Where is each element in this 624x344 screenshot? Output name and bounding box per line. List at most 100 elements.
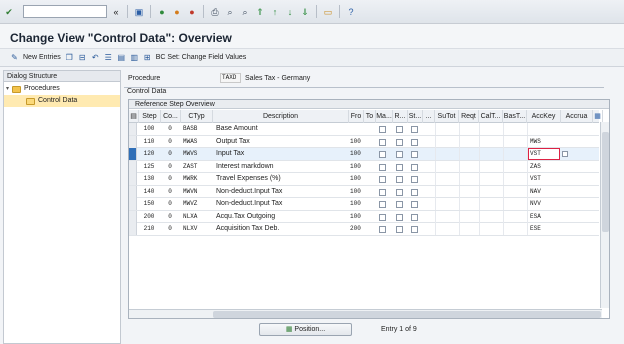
print-icon[interactable]: ⎙	[209, 6, 221, 18]
manual-checkbox[interactable]	[379, 213, 386, 221]
cell-account-key[interactable]: NVV	[530, 198, 560, 210]
cancel-icon[interactable]: ●	[186, 6, 198, 18]
statistical-checkbox[interactable]	[411, 176, 418, 183]
cell-step[interactable]: 150	[139, 198, 159, 210]
display-change-icon[interactable]: ✎	[10, 53, 19, 62]
statistical-checkbox[interactable]	[411, 213, 418, 221]
row-selector[interactable]	[129, 160, 137, 173]
cell-description[interactable]: Interest markdown	[216, 161, 348, 173]
statistical-checkbox[interactable]	[411, 201, 418, 208]
cell-step[interactable]: 140	[139, 186, 159, 198]
cell-ctyp[interactable]: MWAS	[183, 136, 213, 148]
table-row[interactable]: 125 0 ZAST Interest markdown 100 ZAS	[129, 160, 599, 173]
required-checkbox[interactable]	[396, 176, 403, 183]
cell-counter[interactable]: 0	[161, 198, 179, 210]
row-selector[interactable]	[129, 223, 137, 235]
column-header-required[interactable]: R...	[393, 110, 408, 123]
cell-account-key[interactable]: VST	[530, 148, 560, 160]
manual-checkbox[interactable]	[379, 151, 386, 158]
cell-description[interactable]: Input Tax	[216, 148, 348, 160]
cell-description[interactable]: Non-deduct.Input Tax	[216, 186, 348, 198]
cell-from[interactable]: 100	[350, 211, 364, 223]
manual-checkbox[interactable]	[379, 163, 386, 171]
vertical-scrollbar[interactable]	[600, 122, 609, 308]
cell-from[interactable]: 100	[350, 161, 364, 173]
cell-description[interactable]: Acquisition Tax Deb.	[216, 223, 348, 235]
horizontal-scrollbar[interactable]	[129, 309, 602, 318]
find-icon[interactable]: ⌕	[224, 6, 236, 18]
collapse-icon[interactable]: ▾	[6, 83, 9, 95]
cell-account-key[interactable]: ESE	[530, 223, 560, 235]
manual-checkbox[interactable]	[379, 188, 386, 196]
cell-counter[interactable]: 0	[161, 123, 179, 135]
row-selector[interactable]	[129, 173, 137, 185]
column-select-icon[interactable]: ▤	[129, 110, 139, 123]
back-icon[interactable]: ●	[156, 6, 168, 18]
new-session-icon[interactable]: ▭	[322, 6, 334, 18]
vertical-scroll-thumb[interactable]	[602, 132, 609, 232]
first-page-icon[interactable]: ⇑	[254, 6, 266, 18]
row-selector[interactable]	[129, 148, 137, 160]
copy-icon[interactable]: ❐	[65, 53, 74, 62]
bc-set-icon[interactable]: ⊞	[143, 53, 152, 62]
required-checkbox[interactable]	[396, 213, 403, 221]
statistical-checkbox[interactable]	[411, 151, 418, 158]
statistical-checkbox[interactable]	[411, 163, 418, 171]
required-checkbox[interactable]	[396, 163, 403, 171]
cell-step[interactable]: 130	[139, 173, 159, 185]
cell-ctyp[interactable]: MWRK	[183, 173, 213, 185]
statistical-checkbox[interactable]	[411, 138, 418, 146]
value-help-icon[interactable]	[562, 151, 568, 157]
column-header-ctyp[interactable]: CTyp	[181, 110, 213, 123]
cell-from[interactable]: 200	[350, 223, 364, 235]
row-selector[interactable]	[129, 135, 137, 148]
statistical-checkbox[interactable]	[411, 226, 418, 233]
column-header-accruals[interactable]: Accrua	[561, 110, 593, 123]
cell-ctyp[interactable]: MWVS	[183, 148, 213, 160]
table-row[interactable]: 120 0 MWVS Input Tax 100 VST	[129, 148, 599, 161]
cell-account-key[interactable]: ESA	[530, 211, 560, 223]
row-selector[interactable]	[129, 185, 137, 198]
column-header-print[interactable]: ...	[423, 110, 435, 123]
cell-step[interactable]: 210	[139, 223, 159, 235]
required-checkbox[interactable]	[396, 226, 403, 233]
cell-counter[interactable]: 0	[161, 173, 179, 185]
save-icon[interactable]: ▣	[133, 6, 145, 18]
column-header-base-type[interactable]: BasT...	[503, 110, 527, 123]
table-row[interactable]: 110 0 MWAS Output Tax 100 MWS	[129, 135, 599, 148]
delete-icon[interactable]: ⊟	[78, 53, 87, 62]
column-header-to[interactable]: To	[364, 110, 376, 123]
cell-ctyp[interactable]: ZAST	[183, 161, 213, 173]
manual-checkbox[interactable]	[379, 138, 386, 146]
column-header-requirement[interactable]: Reqt	[459, 110, 479, 123]
column-header-account-key[interactable]: AccKey	[527, 110, 561, 123]
cell-counter[interactable]: 0	[161, 211, 179, 223]
deselect-all-icon[interactable]: ▥	[130, 53, 139, 62]
table-row[interactable]: 200 0 NLXA Acqu.Tax Outgoing 100 ESA	[129, 210, 599, 223]
manual-checkbox[interactable]	[379, 126, 386, 133]
required-checkbox[interactable]	[396, 138, 403, 146]
bc-set-button[interactable]: BC Set: Change Field Values	[156, 54, 247, 61]
table-row[interactable]: 130 0 MWRK Travel Expenses (%) 100 VST	[129, 173, 599, 186]
cell-description[interactable]: Base Amount	[216, 123, 348, 135]
tree-item-control-data[interactable]: Control Data	[4, 95, 120, 107]
new-entries-button[interactable]: New Entries	[23, 54, 61, 61]
column-header-calc-type[interactable]: CalT...	[479, 110, 503, 123]
column-header-description[interactable]: Description	[213, 110, 349, 123]
cell-ctyp[interactable]: NLXA	[183, 211, 213, 223]
cell-account-key[interactable]	[530, 123, 560, 135]
column-header-from[interactable]: Fro	[349, 110, 364, 123]
undo-icon[interactable]: ↶	[91, 53, 100, 62]
statistical-checkbox[interactable]	[411, 188, 418, 196]
previous-page-icon[interactable]: ↑	[269, 6, 281, 18]
manual-checkbox[interactable]	[379, 201, 386, 208]
cell-account-key[interactable]: ZAS	[530, 161, 560, 173]
cell-description[interactable]: Output Tax	[216, 136, 348, 148]
row-selector[interactable]	[129, 123, 137, 135]
manual-checkbox[interactable]	[379, 226, 386, 233]
cell-account-key[interactable]: VST	[530, 173, 560, 185]
required-checkbox[interactable]	[396, 126, 403, 133]
row-selector[interactable]	[129, 198, 137, 210]
cell-account-key[interactable]: NAV	[530, 186, 560, 198]
cell-from[interactable]	[350, 123, 364, 135]
